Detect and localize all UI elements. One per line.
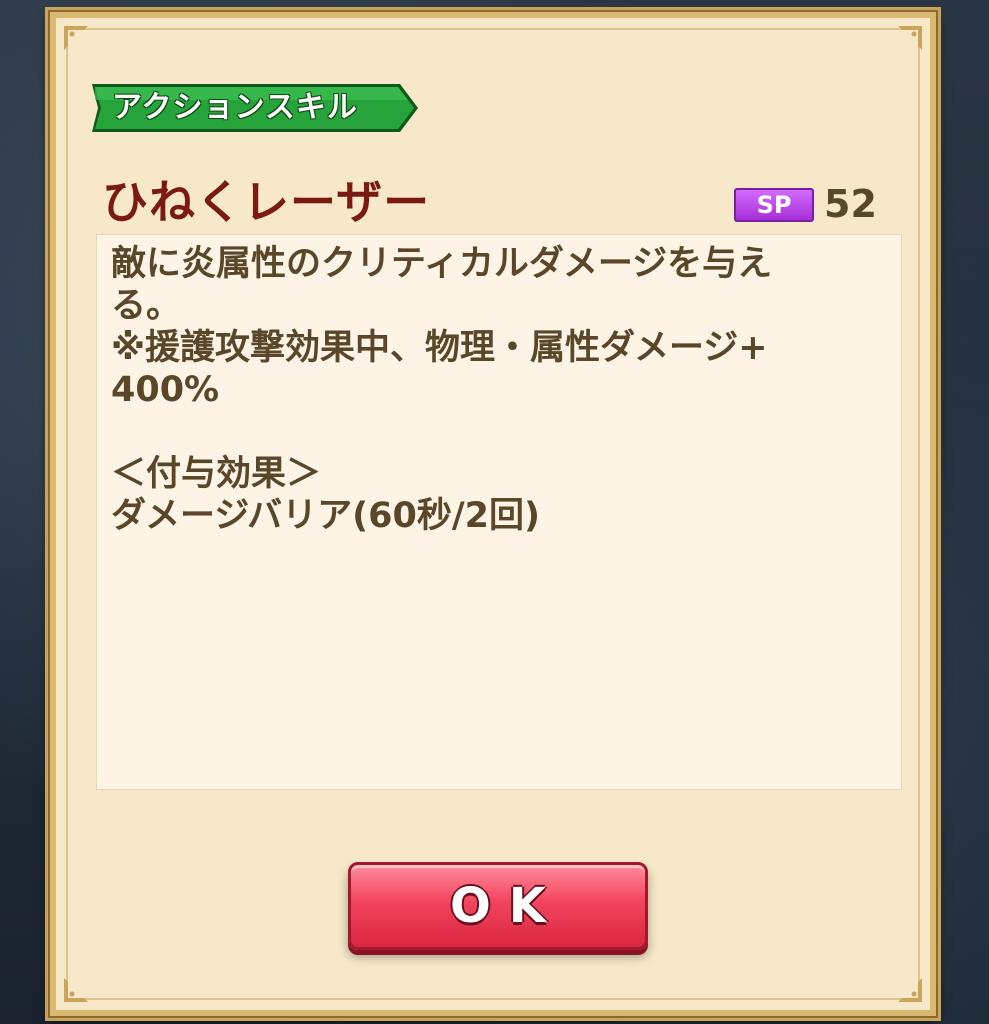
skill-type-label: アクションスキル bbox=[112, 90, 358, 125]
description-line: ダメージバリア(60秒/2回) bbox=[111, 496, 540, 536]
corner-ornament-icon bbox=[898, 978, 922, 1002]
description-line: ※援護攻撃効果中、物理・属性ダメージ+ bbox=[111, 328, 768, 368]
description-line: 敵に炎属性のクリティカルダメージを与え bbox=[111, 244, 773, 284]
sp-badge: SP bbox=[734, 188, 814, 222]
skill-description: 敵に炎属性のクリティカルダメージを与え る。 ※援護攻撃効果中、物理・属性ダメー… bbox=[96, 234, 902, 790]
ok-button[interactable]: OK bbox=[348, 862, 648, 950]
description-line: る。 bbox=[111, 286, 182, 326]
skill-detail-dialog: アクションスキル ひねくレーザー SP 52 敵に炎属性のクリティカルダメージを… bbox=[50, 12, 936, 1016]
sp-value: 52 bbox=[824, 182, 877, 226]
skill-name: ひねくレーザー bbox=[102, 175, 431, 229]
description-line bbox=[111, 411, 887, 453]
corner-ornament-icon bbox=[64, 978, 88, 1002]
ok-button-label: OK bbox=[450, 878, 564, 934]
corner-ornament-icon bbox=[64, 26, 88, 50]
skill-type-tag: アクションスキル bbox=[92, 84, 418, 132]
corner-ornament-icon bbox=[898, 26, 922, 50]
description-line: 400% bbox=[111, 370, 220, 410]
description-line: ＜付与効果＞ bbox=[111, 454, 322, 494]
